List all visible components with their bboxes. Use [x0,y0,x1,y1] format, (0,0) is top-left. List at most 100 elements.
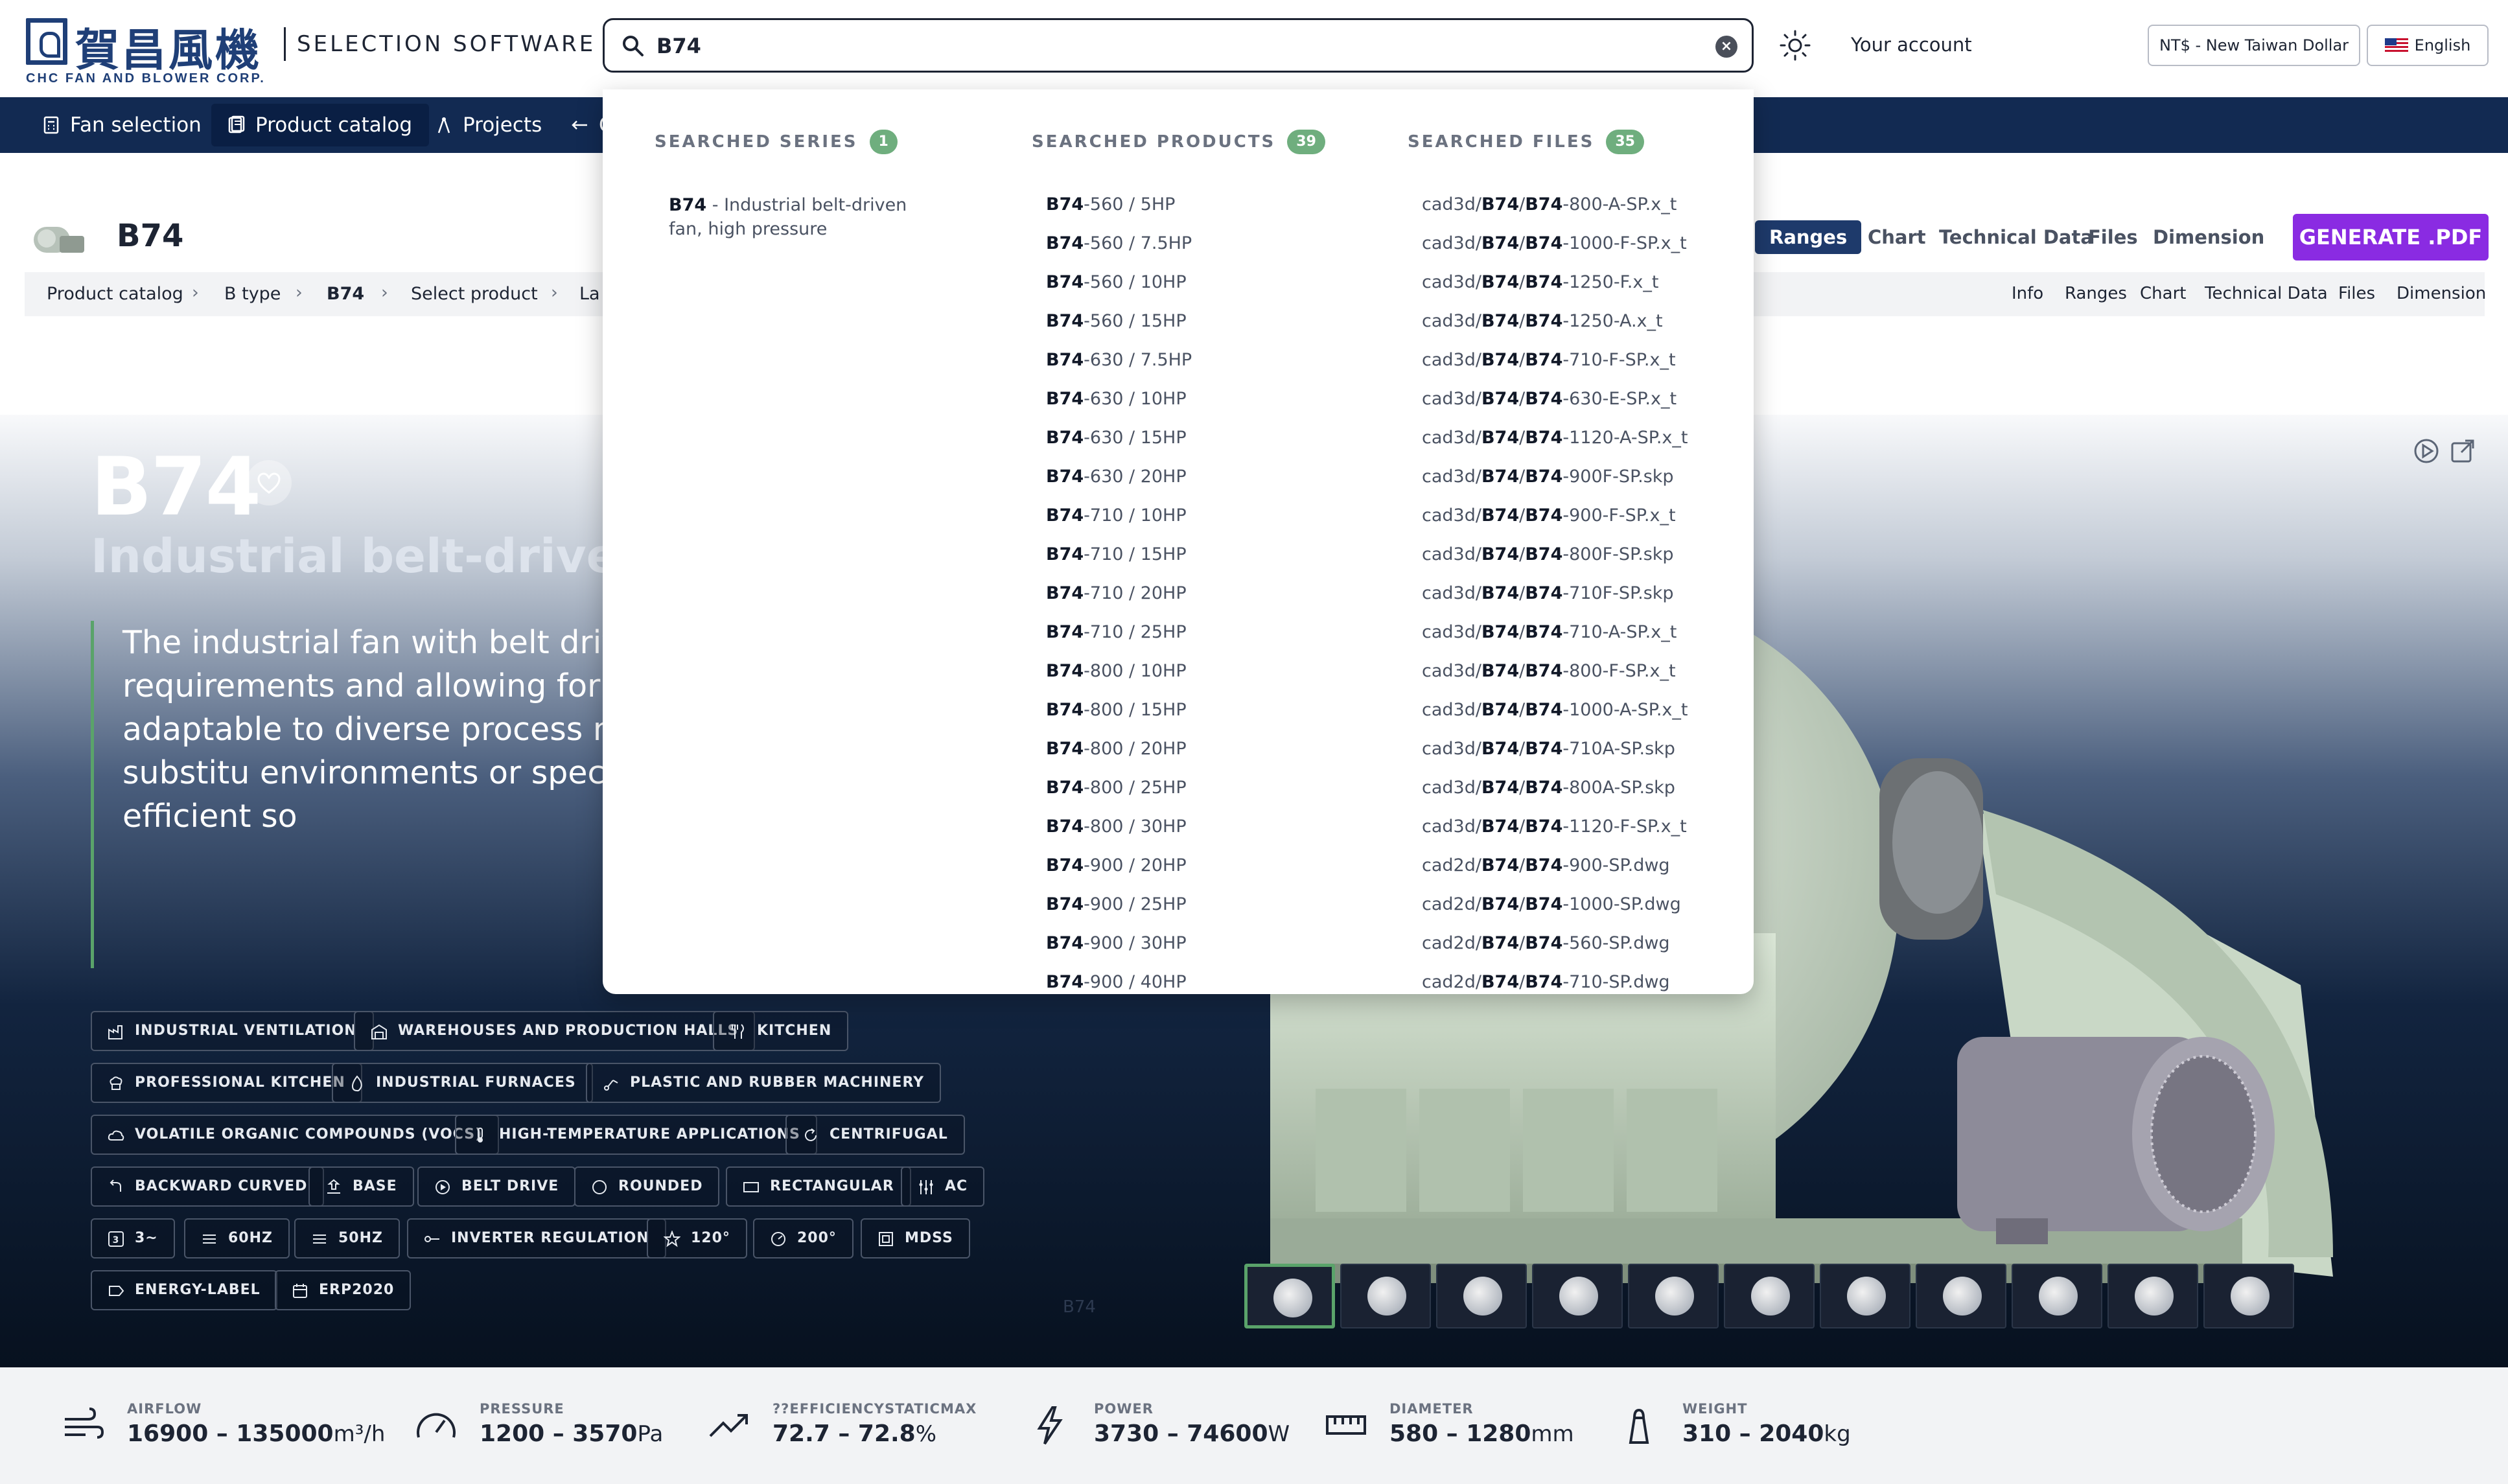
file-result-item[interactable]: cad3d/B74/B74-1000-A-SP.x_t [1422,699,1754,737]
subtab-files[interactable]: Files [2338,284,2375,303]
language-selector[interactable]: English [2367,25,2489,66]
tag-plastic-rubber[interactable]: PLASTIC AND RUBBER MACHINERY [586,1063,942,1103]
file-result-item[interactable]: cad3d/B74/B74-800-A-SP.x_t [1422,193,1754,232]
tag-ac[interactable]: AC [901,1166,985,1207]
tag-centrifugal[interactable]: CENTRIFUGAL [785,1115,965,1155]
product-result-item[interactable]: B74-560 / 5HP [1046,193,1409,232]
tag-120-degrees[interactable]: 120° [647,1218,747,1258]
product-result-item[interactable]: B74-800 / 30HP [1046,815,1409,854]
file-result-item[interactable]: cad3d/B74/B74-800-F-SP.x_t [1422,660,1754,699]
file-result-item[interactable]: cad3d/B74/B74-1000-F-SP.x_t [1422,232,1754,271]
tag-three-phase[interactable]: 3 3~ [91,1218,175,1258]
product-result-item[interactable]: B74-900 / 20HP [1046,854,1409,893]
breadcrumb-b-type[interactable]: B type [224,284,281,304]
tag-200-degrees[interactable]: 200° [753,1218,853,1258]
product-result-item[interactable]: B74-560 / 10HP [1046,271,1409,310]
tag-vocs[interactable]: VOLATILE ORGANIC COMPOUNDS (VOCS) [91,1115,500,1155]
tag-backward-curved[interactable]: BACKWARD CURVED [91,1166,325,1207]
thumbnail[interactable] [1724,1264,1815,1328]
product-result-item[interactable]: B74-800 / 25HP [1046,776,1409,815]
product-result-item[interactable]: B74-630 / 20HP [1046,465,1409,504]
file-result-item[interactable]: cad3d/B74/B74-1120-A-SP.x_t [1422,426,1754,465]
thumbnail[interactable] [2012,1264,2102,1328]
tag-industrial-furnaces[interactable]: INDUSTRIAL FURNACES [332,1063,593,1103]
product-result-item[interactable]: B74-560 / 15HP [1046,310,1409,349]
product-result-item[interactable]: B74-630 / 15HP [1046,426,1409,465]
tag-60hz[interactable]: 60HZ [184,1218,290,1258]
product-result-item[interactable]: B74-630 / 10HP [1046,388,1409,426]
tab-chart[interactable]: Chart [1868,220,1926,254]
thumbnail[interactable] [1820,1264,1910,1328]
subtab-dimension[interactable]: Dimension [2397,284,2486,303]
subtab-chart[interactable]: Chart [2140,284,2186,303]
file-result-item[interactable]: cad3d/B74/B74-710F-SP.skp [1422,582,1754,621]
file-result-item[interactable]: cad3d/B74/B74-710-A-SP.x_t [1422,621,1754,660]
search-input[interactable] [656,28,1667,64]
tag-erp2020[interactable]: ERP2020 [275,1270,412,1310]
thumbnail[interactable] [1532,1264,1623,1328]
thumbnail[interactable] [1244,1264,1335,1328]
subtab-info[interactable]: Info [2012,284,2043,303]
nav-fan-selection[interactable]: Fan selection [26,104,218,146]
file-result-item[interactable]: cad2d/B74/B74-1000-SP.dwg [1422,893,1754,932]
tag-kitchen[interactable]: KITCHEN [713,1011,849,1051]
file-result-item[interactable]: cad2d/B74/B74-900-SP.dwg [1422,854,1754,893]
file-result-item[interactable]: cad2d/B74/B74-710-SP.dwg [1422,971,1754,994]
file-result-item[interactable]: cad3d/B74/B74-1120-F-SP.x_t [1422,815,1754,854]
currency-selector[interactable]: NT$ - New Taiwan Dollar [2148,25,2360,66]
tab-ranges[interactable]: Ranges [1755,220,1862,254]
tab-technical-data[interactable]: Technical Data [1939,220,2093,254]
tag-rectangular[interactable]: RECTANGULAR [726,1166,911,1207]
file-result-item[interactable]: cad3d/B74/B74-900F-SP.skp [1422,465,1754,504]
file-result-item[interactable]: cad3d/B74/B74-710A-SP.skp [1422,737,1754,776]
nav-product-catalog[interactable]: Product catalog [211,104,430,146]
play-icon[interactable] [2412,437,2441,465]
company-logo[interactable]: 賀昌風機 CHC FAN AND BLOWER CORP. [26,16,264,86]
product-result-item[interactable]: B74-900 / 25HP [1046,893,1409,932]
tag-high-temperature[interactable]: HIGH-TEMPERATURE APPLICATIONS [455,1115,817,1155]
thumbnail[interactable] [1628,1264,1719,1328]
tab-files[interactable]: Files [2088,220,2138,254]
nav-projects[interactable]: Projects [419,104,559,146]
tag-mdss[interactable]: MDSS [861,1218,970,1258]
external-link-icon[interactable] [2448,437,2477,465]
thumbnail[interactable] [1436,1264,1527,1328]
tag-professional-kitchen[interactable]: PROFESSIONAL KITCHEN [91,1063,362,1103]
subtab-technical-data[interactable]: Technical Data [2205,284,2328,303]
tag-50hz[interactable]: 50HZ [294,1218,400,1258]
tag-industrial-ventilation[interactable]: INDUSTRIAL VENTILATION [91,1011,374,1051]
clear-search-icon[interactable]: × [1715,36,1737,58]
favorite-button[interactable] [246,460,292,505]
theme-toggle-sun-icon[interactable] [1778,29,1812,62]
thumbnail[interactable] [1340,1264,1431,1328]
product-result-item[interactable]: B74-800 / 10HP [1046,660,1409,699]
tag-energy-label[interactable]: ENERGY-LABEL [91,1270,277,1310]
file-result-item[interactable]: cad2d/B74/B74-560-SP.dwg [1422,932,1754,971]
breadcrumb-select-product[interactable]: Select product [411,284,538,304]
product-result-item[interactable]: B74-900 / 30HP [1046,932,1409,971]
file-result-item[interactable]: cad3d/B74/B74-630-E-SP.x_t [1422,388,1754,426]
product-result-item[interactable]: B74-800 / 15HP [1046,699,1409,737]
file-result-item[interactable]: cad3d/B74/B74-900-F-SP.x_t [1422,504,1754,543]
product-result-item[interactable]: B74-560 / 7.5HP [1046,232,1409,271]
file-result-item[interactable]: cad3d/B74/B74-1250-F.x_t [1422,271,1754,310]
breadcrumb-product-catalog[interactable]: Product catalog [47,284,183,304]
product-result-item[interactable]: B74-710 / 15HP [1046,543,1409,582]
thumbnail[interactable] [2107,1264,2198,1328]
product-result-item[interactable]: B74-710 / 10HP [1046,504,1409,543]
account-link[interactable]: Your account [1851,34,1972,56]
product-result-item[interactable]: B74-710 / 20HP [1046,582,1409,621]
tag-rounded[interactable]: ROUNDED [574,1166,720,1207]
generate-pdf-button[interactable]: GENERATE .PDF [2293,214,2489,261]
thumbnail[interactable] [2203,1264,2294,1328]
tag-warehouses[interactable]: WAREHOUSES AND PRODUCTION HALLS [354,1011,756,1051]
file-result-item[interactable]: cad3d/B74/B74-710-F-SP.x_t [1422,349,1754,388]
product-result-item[interactable]: B74-710 / 25HP [1046,621,1409,660]
product-result-item[interactable]: B74-630 / 7.5HP [1046,349,1409,388]
tag-inverter-regulation[interactable]: INVERTER REGULATION [407,1218,666,1258]
thumbnail[interactable] [1916,1264,2006,1328]
product-result-item[interactable]: B74-800 / 20HP [1046,737,1409,776]
file-result-item[interactable]: cad3d/B74/B74-1250-A.x_t [1422,310,1754,349]
series-result-item[interactable]: B74 - Industrial belt-driven fan, high p… [669,193,941,241]
tag-belt-drive[interactable]: BELT DRIVE [417,1166,576,1207]
